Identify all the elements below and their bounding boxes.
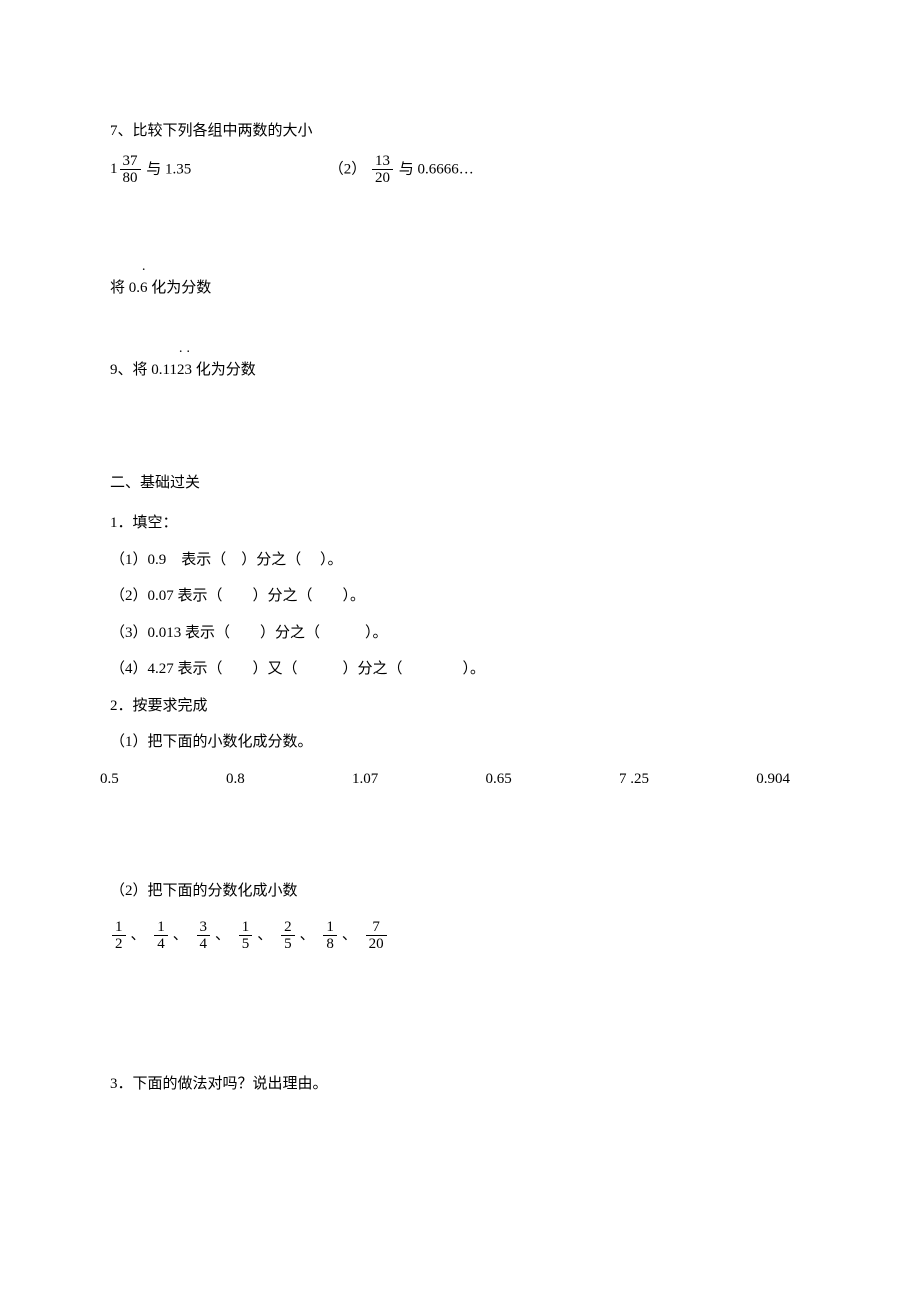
- fractions-row: 12、 14、 34、 15、 25、 18、 720: [110, 919, 810, 953]
- decimal-value: 7 .25: [619, 768, 649, 791]
- q7-body: 13780 与 1.35 （2） 1320 与 0.6666…: [110, 153, 810, 187]
- fraction-item: 12: [112, 919, 126, 953]
- q7-part2-fraction: 1320: [372, 153, 393, 187]
- fraction-item: 14: [154, 919, 168, 953]
- fill-blank-3: （3）0.013 表示（ ）分之（ ）。: [110, 622, 810, 645]
- q7-part2-with: 与 0.6666…: [399, 161, 474, 177]
- fraction-item: 720: [366, 919, 387, 953]
- q7-part1-fraction: 3780: [120, 153, 141, 187]
- q7-part1-whole: 1: [110, 158, 118, 181]
- fraction-item: 34: [197, 919, 211, 953]
- q7-part2-label: （2）: [329, 161, 367, 177]
- q8-repeating-digit: 6: [140, 277, 148, 300]
- s2-q3-heading: 3．下面的做法对吗？说出理由。: [110, 1073, 810, 1096]
- fill-blank-2: （2）0.07 表示（ ）分之（ ）。: [110, 585, 810, 608]
- s2-q1-heading: 1．填空：: [110, 512, 810, 535]
- fraction-item: 25: [281, 919, 295, 953]
- s2-q2-sub2: （2）把下面的分数化成小数: [110, 880, 810, 903]
- q7-title: 7、比较下列各组中两数的大小: [110, 120, 810, 143]
- worksheet-page: 7、比较下列各组中两数的大小 13780 与 1.35 （2） 1320 与 0…: [0, 0, 920, 1155]
- s2-q2-heading: 2．按要求完成: [110, 695, 810, 718]
- q7-part1-with: 与 1.35: [146, 161, 191, 177]
- decimal-value: 0.65: [486, 768, 512, 791]
- q9-rep-d2: 3: [184, 359, 192, 382]
- decimal-value: 0.5: [100, 768, 119, 791]
- decimal-value: 1.07: [352, 768, 378, 791]
- decimal-value: 0.8: [226, 768, 245, 791]
- s2-q2-sub1: （1）把下面的小数化成分数。: [110, 731, 810, 754]
- fraction-item: 15: [239, 919, 253, 953]
- fraction-item: 18: [323, 919, 337, 953]
- section2-heading: 二、基础过关: [110, 472, 810, 495]
- decimal-value: 0.904: [756, 768, 790, 791]
- q9-rep-d1: 2: [177, 359, 185, 382]
- q8-line: 将 0.6 化为分数: [110, 277, 810, 300]
- fill-blank-1: （1）0.9 表示（ ）分之（ ）。: [110, 549, 810, 572]
- decimals-row: 0.5 0.8 1.07 0.65 7 .25 0.904: [100, 768, 810, 791]
- q9-line: 9、将 0.1123 化为分数: [110, 359, 810, 382]
- fill-blank-4: （4）4.27 表示（ ）又（ ）分之（ ）。: [110, 658, 810, 681]
